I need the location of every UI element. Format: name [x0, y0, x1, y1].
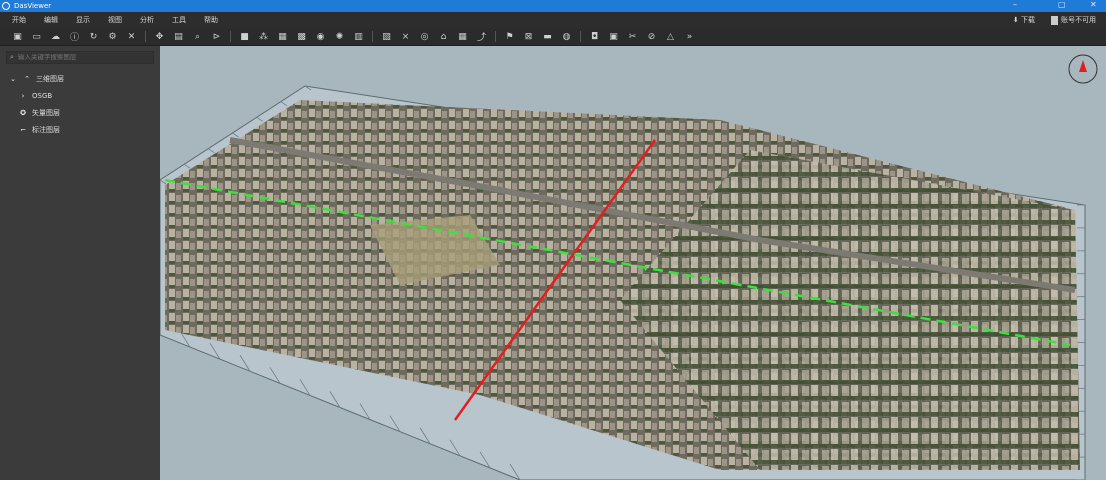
menu-start[interactable]: 开始 [12, 15, 26, 25]
nodes-icon[interactable]: ⁂ [254, 30, 273, 44]
triangle-icon[interactable]: △ [661, 30, 680, 44]
tree-item-osgb[interactable]: › OSGB [0, 87, 160, 104]
avatar-icon [1051, 15, 1058, 25]
layer-search-input[interactable] [17, 54, 148, 61]
toolbar-separator [580, 31, 581, 42]
expand-chevron-icon[interactable]: ⌄ [8, 75, 18, 83]
location-icon[interactable]: ◍ [557, 30, 576, 44]
vector-icon: ✪ [20, 108, 26, 117]
model-icon[interactable]: ▦ [273, 30, 292, 44]
scissors-icon[interactable]: ✂ [623, 30, 642, 44]
refresh-icon[interactable]: ↻ [84, 30, 103, 44]
chevron-right-icon[interactable]: › [18, 92, 28, 100]
cloud-upload-icon[interactable]: ☁ [46, 30, 65, 44]
flatten-icon[interactable]: ⨯ [396, 30, 415, 44]
tree-item-annotation-layers[interactable]: ⌐ 标注图层 [0, 121, 160, 138]
cross-icon[interactable]: ⊠ [519, 30, 538, 44]
layer-icon[interactable]: ■ [235, 30, 254, 44]
tree-item-label: OSGB [32, 91, 53, 100]
record-icon[interactable]: ◘ [585, 30, 604, 44]
tree-item-vector-layers[interactable]: ✪ 矢量图层 [0, 104, 160, 121]
new-file-icon[interactable]: ▣ [8, 30, 27, 44]
toolbar-separator [230, 31, 231, 42]
texture-icon[interactable]: ▥ [349, 30, 368, 44]
move-icon[interactable]: ✥ [150, 30, 169, 44]
toolbar-separator [145, 31, 146, 42]
toolbar-separator [495, 31, 496, 42]
search-icon: ⌕ [10, 53, 14, 61]
settings-icon[interactable]: ⚙ [103, 30, 122, 44]
tree-item-label: 三维图层 [36, 74, 64, 83]
layers-icon: ⌃ [24, 74, 30, 83]
account-label: 账号不可用 [1061, 16, 1096, 24]
maximize-button[interactable]: ▢ [1058, 0, 1066, 9]
minimize-button[interactable]: – [1013, 0, 1017, 9]
layer-search[interactable]: ⌕ [6, 51, 154, 64]
search-icon[interactable]: ⌕ [188, 30, 207, 44]
clip-icon[interactable]: ▧ [377, 30, 396, 44]
toolbar-separator [372, 31, 373, 42]
layer-panel: ⌕ ⌄ ⌃ 三维图层 › OSGB ✪ 矢量图层 ⌐ 标注图层 [0, 46, 160, 480]
3d-viewport[interactable] [160, 46, 1106, 480]
menu-edit[interactable]: 编辑 [44, 15, 58, 25]
grid-icon[interactable]: ▩ [292, 30, 311, 44]
menu-tools[interactable]: 工具 [172, 15, 186, 25]
download-button[interactable]: ⬇ 下载 [1013, 15, 1035, 25]
sun-icon[interactable]: ✺ [330, 30, 349, 44]
compass-icon[interactable] [1068, 54, 1098, 84]
annotation-icon: ⌐ [20, 125, 26, 134]
tile-icon[interactable]: ▦ [453, 30, 472, 44]
menu-help[interactable]: 帮助 [204, 15, 218, 25]
app-logo-icon [2, 2, 10, 10]
flag-icon[interactable]: ⚑ [500, 30, 519, 44]
info-icon[interactable]: ⓘ [65, 30, 84, 44]
scene-canvas[interactable] [160, 46, 1106, 480]
account-button[interactable]: 账号不可用 [1051, 15, 1096, 25]
globe-icon[interactable]: ◉ [311, 30, 330, 44]
close-icon[interactable]: ✕ [122, 30, 141, 44]
download-icon: ⬇ [1012, 16, 1021, 24]
toolbar: ▣ ▭ ☁ ⓘ ↻ ⚙ ✕ ✥ ▤ ⌕ ⊳ ■ ⁂ ▦ ▩ ◉ ✺ ▥ ▧ ⨯ ◎ ⌂ ▦ ⤴ ⚑ ⊠ ▬ ◍ ◘ ▣ ✂ ⊘ △» [0, 28, 1106, 46]
window-title: DasViewer [14, 2, 52, 10]
rect-icon[interactable]: ▬ [538, 30, 557, 44]
menu-display[interactable]: 显示 [76, 15, 90, 25]
menu-analysis[interactable]: 分析 [140, 15, 154, 25]
open-folder-icon[interactable]: ▭ [27, 30, 46, 44]
link-icon[interactable]: ⊘ [642, 30, 661, 44]
tree-item-label: 矢量图层 [32, 108, 60, 117]
rotate-icon[interactable]: ◎ [415, 30, 434, 44]
download-label: 下载 [1021, 16, 1035, 24]
terrain-icon[interactable]: ⌂ [434, 30, 453, 44]
measure-icon[interactable]: ⊳ [207, 30, 226, 44]
title-bar: DasViewer – ▢ ✕ [0, 0, 1106, 12]
tree-item-label: 标注图层 [32, 125, 60, 134]
edit-icon[interactable]: ⤴ [472, 30, 491, 44]
more-icon[interactable]: » [680, 30, 699, 44]
menu-view[interactable]: 视图 [108, 15, 122, 25]
export-icon[interactable]: ▤ [169, 30, 188, 44]
snapshot-icon[interactable]: ▣ [604, 30, 623, 44]
close-button[interactable]: ✕ [1090, 0, 1097, 9]
menu-bar: 开始 编辑 显示 视图 分析 工具 帮助 ⬇ 下载 账号不可用 [0, 12, 1106, 28]
tree-item-3d-layers[interactable]: ⌄ ⌃ 三维图层 [0, 70, 160, 87]
